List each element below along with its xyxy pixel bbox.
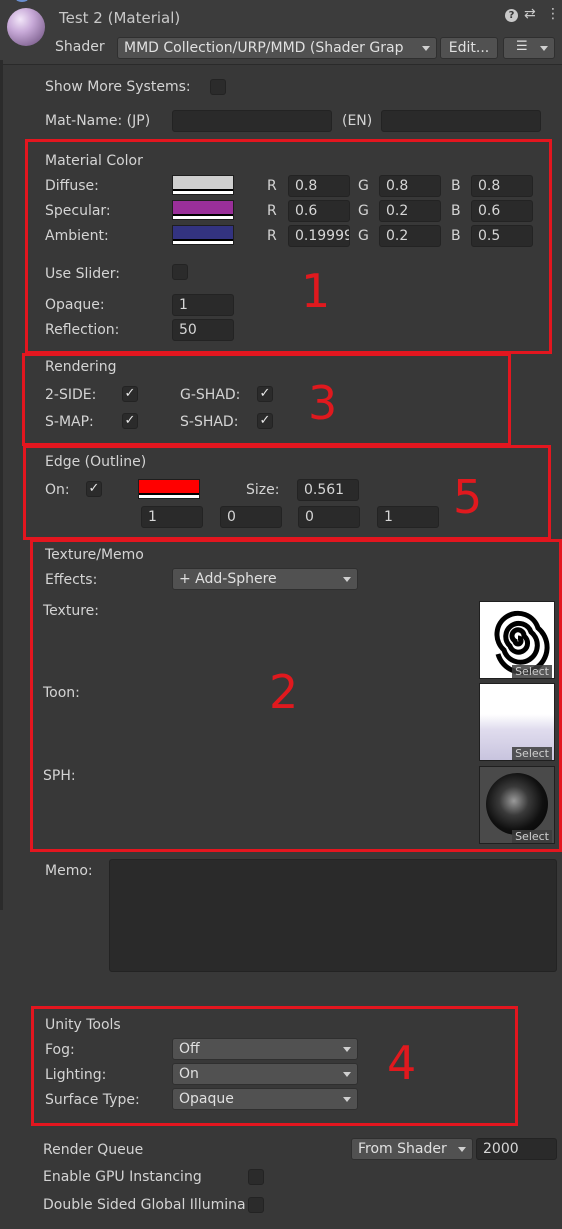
annotation-number-2: 2 <box>269 665 299 719</box>
mat-name-jp-input[interactable] <box>172 110 332 132</box>
help-icon[interactable]: ? <box>505 9 518 22</box>
memo-textarea[interactable] <box>109 859 557 972</box>
edit-shader-button[interactable]: Edit... <box>440 37 498 59</box>
render-queue-label: Render Queue <box>43 1142 144 1158</box>
render-queue-mode-value: From Shader <box>358 1141 447 1157</box>
gpu-instancing-label: Enable GPU Instancing <box>43 1169 202 1185</box>
annotation-number-4: 4 <box>387 1036 417 1090</box>
material-title: Test 2 (Material) <box>59 9 181 27</box>
chevron-down-icon <box>422 46 430 51</box>
shader-label: Shader <box>55 39 105 55</box>
mat-name-jp-label: Mat-Name: (JP) <box>45 113 151 129</box>
mat-name-en-label: (EN) <box>342 113 373 129</box>
render-queue-mode-dropdown[interactable]: From Shader <box>351 1138 473 1160</box>
annotation-number-5: 5 <box>453 470 483 524</box>
shader-dropdown[interactable]: MMD Collection/URP/MMD (Shader Grap <box>117 37 437 59</box>
list-menu-button[interactable]: ☰ <box>503 37 555 59</box>
chevron-down-icon <box>458 1147 466 1152</box>
double-sided-gi-label: Double Sided Global Illumina <box>43 1197 246 1213</box>
gpu-instancing-checkbox[interactable] <box>248 1169 264 1185</box>
edit-label: Edit... <box>448 40 490 56</box>
annotation-number-3: 3 <box>308 376 338 430</box>
preset-icon[interactable]: ⇄ <box>524 6 536 22</box>
double-sided-gi-checkbox[interactable] <box>248 1197 264 1213</box>
annotation-box-3 <box>22 353 511 446</box>
chevron-down-icon <box>540 46 548 51</box>
left-gutter <box>0 60 3 910</box>
memo-label: Memo: <box>45 863 93 879</box>
annotation-box-4 <box>31 1006 518 1126</box>
shader-value: MMD Collection/URP/MMD (Shader Grap <box>124 40 404 56</box>
show-more-systems-label: Show More Systems: <box>45 79 191 95</box>
annotation-number-1: 1 <box>301 264 331 318</box>
kebab-icon[interactable]: ⋮ <box>546 6 560 22</box>
show-more-systems-checkbox[interactable] <box>210 79 226 95</box>
mat-name-en-input[interactable] <box>381 110 541 132</box>
render-queue-input[interactable]: 2000 <box>476 1138 557 1160</box>
annotation-box-1 <box>25 139 552 354</box>
list-icon: ☰ <box>516 39 528 54</box>
material-preview-sphere-icon <box>7 8 45 46</box>
